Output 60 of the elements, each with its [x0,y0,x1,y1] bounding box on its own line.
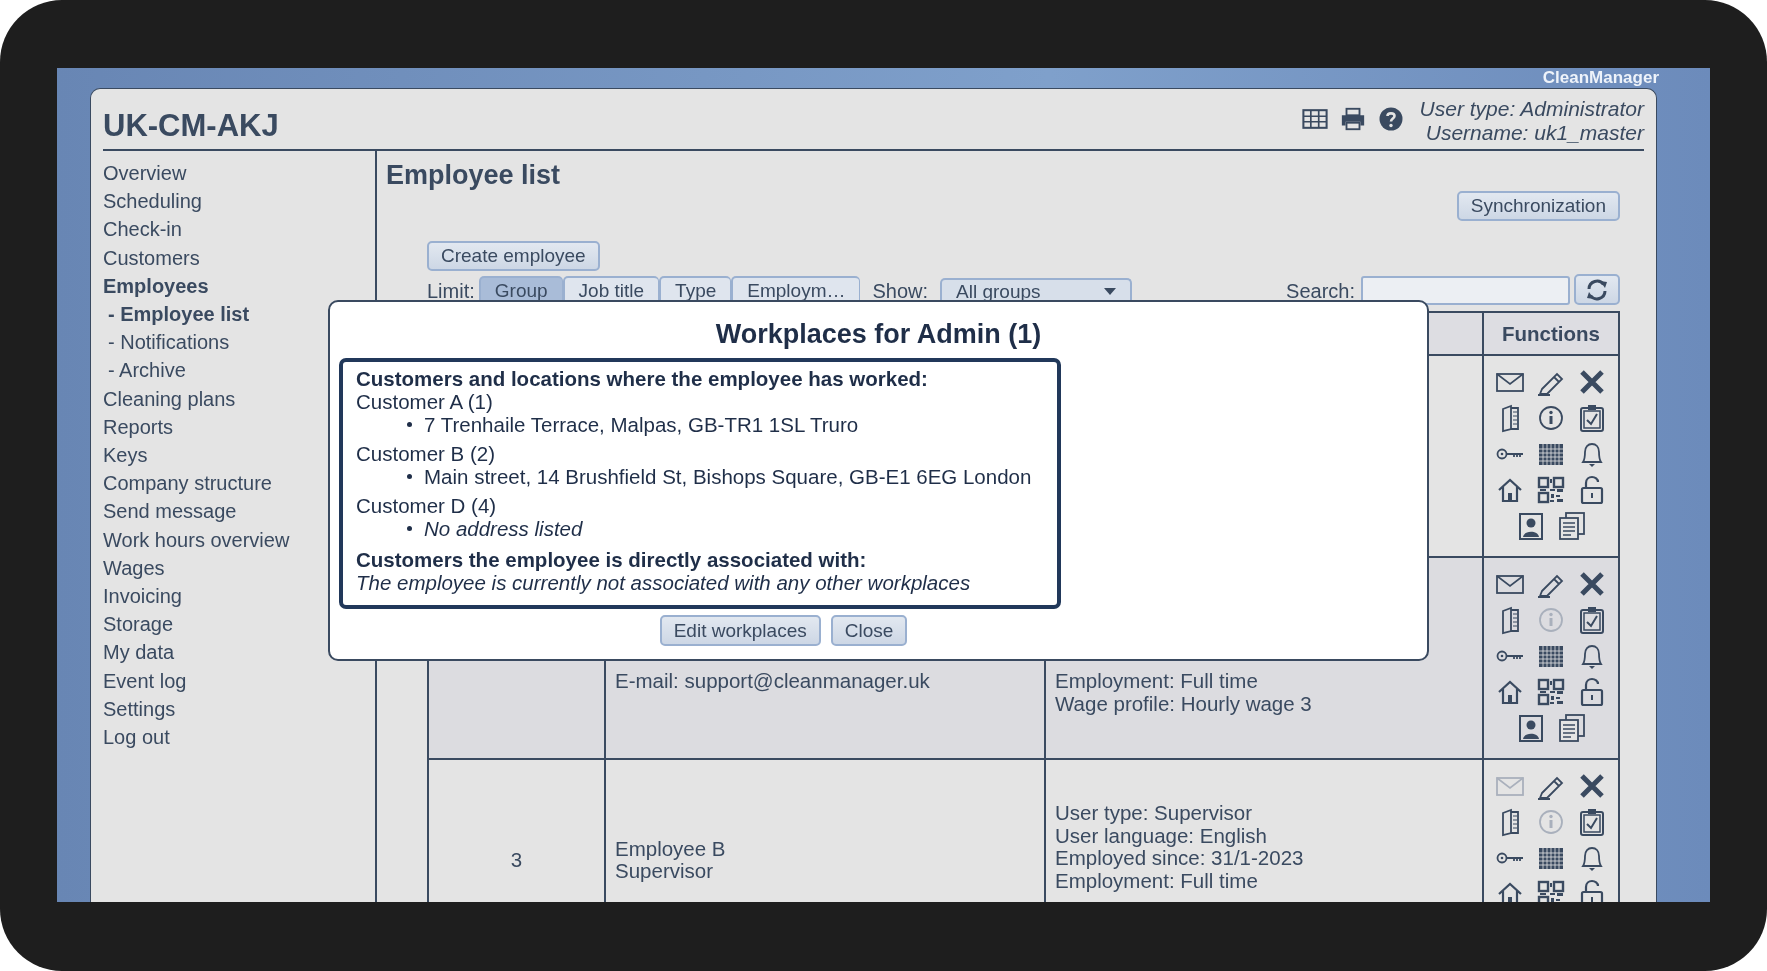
row-number: 3 [510,848,523,872]
dialog-button[interactable]: Close [830,615,908,646]
customer-name: Customer D (4) [356,494,498,517]
bullet-dot [407,474,412,479]
table-cell-text: Supervisor [615,860,714,883]
table-cell-text: Employee B [615,837,727,860]
dialog-title: Workplaces for Admin (1) [715,318,1042,350]
sidebar-item[interactable]: Log out [103,723,375,752]
table-cell-text: Employment: Full time [1055,869,1259,892]
table-cell-text: User type: Supervisor [1055,802,1254,825]
address-text: No address listed [424,517,583,540]
sidebar-item[interactable]: Event log [103,666,375,695]
section-heading: Customers and locations where the employee has worked: [356,367,929,390]
bullet-dot [407,422,412,427]
refresh-icon [1585,277,1609,302]
user-type-text: User type: Administrator [1419,97,1644,121]
table-cell-text: E-mail: support@cleanmanager.uk [615,670,931,693]
qr-code-icon[interactable] [1536,677,1566,707]
help-icon[interactable] [1377,107,1404,131]
documents-icon[interactable] [1556,713,1587,743]
table-cell-text: Employed since: 31/1-2023 [1055,847,1305,870]
search-field[interactable] [1361,276,1570,305]
caret-icon [1104,288,1117,295]
info-icon[interactable] [1536,403,1566,433]
clipboard-check-icon[interactable] [1577,807,1607,837]
limit-label: Limit: [427,279,475,303]
sidebar-item[interactable]: Scheduling [103,187,375,216]
address-text: Main street, 14 Brushfield St, Bishops Square, GB-E1 6EG London [424,465,1032,488]
functions-header: Functions [1484,313,1618,356]
qr-code-icon[interactable] [1536,879,1566,902]
clipboard-check-icon[interactable] [1577,605,1607,635]
page-title: Employee list [386,159,562,191]
table-cell-text: Employment: Full time [1055,670,1259,693]
show-label: Show: [872,279,929,303]
table-cell-text: Wage profile: Hourly wage 3 [1055,692,1313,715]
bullet-dot [407,526,412,531]
printer-icon[interactable] [1339,107,1366,131]
customer-name: Customer B (2) [356,442,496,465]
sidebar-item[interactable]: Check-in [103,215,375,244]
sidebar-item[interactable]: Settings [103,694,375,724]
sidebar-item[interactable]: Employees [103,271,375,300]
username-text: Username: uk1_master [1425,121,1644,145]
sidebar-item[interactable]: Customers [103,243,375,272]
qr-code-icon[interactable] [1536,475,1566,505]
sidebar-item[interactable]: Overview [103,159,375,188]
clipboard-check-icon[interactable] [1577,403,1607,433]
customer-name: Customer A (1) [356,390,494,413]
address-text: 7 Trenhaile Terrace, Malpas, GB-TR1 1SL Truro [424,413,859,436]
create-employee-button[interactable]: Create employee [427,241,600,271]
synchronization-button[interactable]: Synchronization [1456,191,1620,221]
table-cell-text: User language: English [1055,824,1268,847]
site-title: UK-CM-AKJ [103,108,279,144]
section-heading: Customers the employee is directly associated with: [356,548,868,571]
app-name: CleanManager [1542,68,1659,88]
search-label: Search: [1286,279,1355,303]
documents-icon[interactable] [1556,511,1587,541]
refresh-button[interactable] [1574,274,1620,305]
note-text: The employee is currently not associated with any other workplaces [356,571,972,594]
table-icon[interactable] [1301,107,1328,131]
dialog-button[interactable]: Edit workplaces [659,615,821,646]
